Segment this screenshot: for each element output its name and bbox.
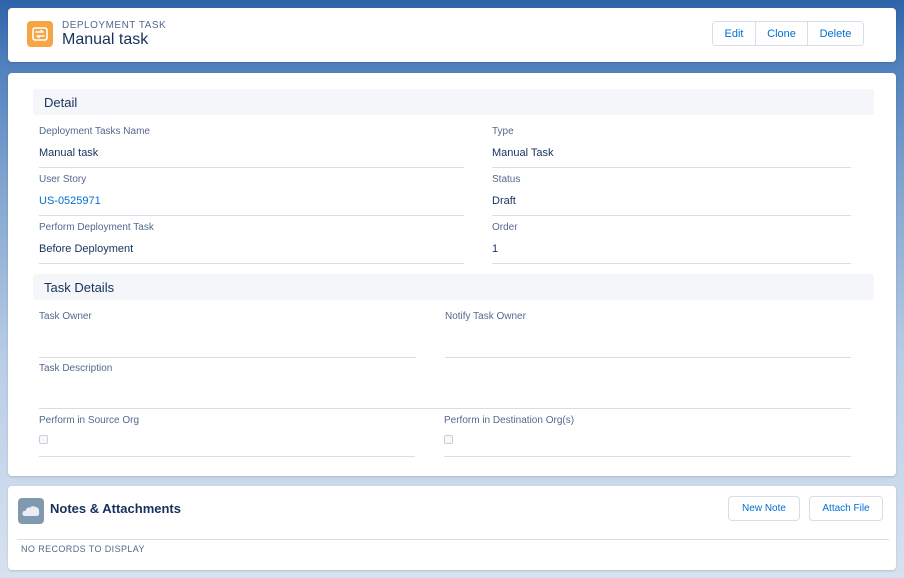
attach-file-button[interactable]: Attach File [809,496,883,521]
field-divider [444,456,851,457]
new-note-button[interactable]: New Note [728,496,800,521]
field-value: Manual Task [492,147,554,159]
field-label: Notify Task Owner [445,311,526,322]
field-divider [39,408,851,409]
field-type: Type Manual Task [492,126,851,168]
field-perform-in-destination-orgs: Perform in Destination Org(s) [444,415,851,457]
field-deployment-tasks-name: Deployment Tasks Name Manual task [39,126,464,168]
field-divider [39,215,464,216]
field-task-owner: Task Owner [39,311,416,358]
field-perform-in-source-org: Perform in Source Org [39,415,415,457]
section-task-details-header[interactable]: Task Details [33,274,874,300]
record-title: Manual task [62,31,149,48]
notes-title[interactable]: Notes & Attachments [50,501,181,516]
field-divider [492,215,851,216]
user-story-link[interactable]: US-0525971 [39,195,101,207]
record-actions: Edit Clone Delete [712,21,864,46]
field-label: Task Description [39,363,113,374]
field-divider [39,263,464,264]
clone-button[interactable]: Clone [756,22,808,45]
field-label: Type [492,126,514,137]
field-label: Perform Deployment Task [39,222,154,233]
perform-in-destination-orgs-checkbox[interactable] [444,435,453,444]
record-header: DEPLOYMENT TASK Manual task Edit Clone D… [8,8,896,62]
field-divider [445,357,851,358]
field-task-description: Task Description [39,363,851,409]
field-order: Order 1 [492,222,851,264]
field-divider [492,167,851,168]
field-user-story: User Story US-0525971 [39,174,464,216]
notes-icon [18,498,44,524]
field-value: Draft [492,195,516,207]
notes-attachments-panel: Notes & Attachments New Note Attach File… [8,486,896,570]
field-label: Deployment Tasks Name [39,126,150,137]
field-status: Status Draft [492,174,851,216]
edit-button[interactable]: Edit [713,22,756,45]
field-divider [39,357,416,358]
field-perform-deployment-task: Perform Deployment Task Before Deploymen… [39,222,464,264]
field-divider [492,263,851,264]
field-label: Status [492,174,521,185]
field-label: Perform in Destination Org(s) [444,415,575,426]
empty-state-text: NO RECORDS TO DISPLAY [21,544,145,554]
field-value: 1 [492,243,499,255]
field-divider [39,456,415,457]
field-divider [39,167,464,168]
field-value: Before Deployment [39,243,134,255]
field-label: User Story [39,174,87,185]
perform-in-source-org-checkbox[interactable] [39,435,48,444]
deployment-task-icon [27,21,53,47]
field-label: Order [492,222,518,233]
field-label: Task Owner [39,311,92,322]
record-detail-panel: Detail Deployment Tasks Name Manual task… [8,73,896,476]
section-detail-header[interactable]: Detail [33,89,874,115]
object-type-label: DEPLOYMENT TASK [62,20,167,31]
field-notify-task-owner: Notify Task Owner [445,311,851,358]
divider [17,539,889,540]
delete-button[interactable]: Delete [808,22,863,45]
field-value: Manual task [39,147,99,159]
field-label: Perform in Source Org [39,415,140,426]
